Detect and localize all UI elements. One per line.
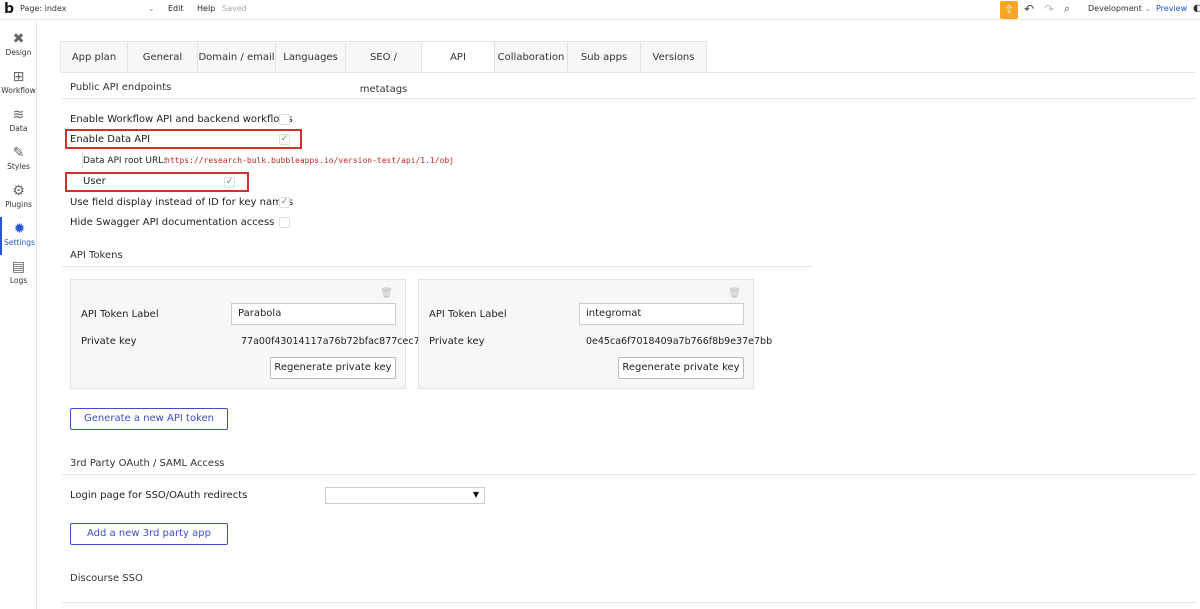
bubble-logo[interactable]: b [4, 2, 14, 16]
section-divider [62, 98, 1196, 99]
top-bar: b Page: index ⌄ Edit Help Saved ⇧ ↶ ↷ ⌕ … [0, 0, 1200, 20]
chevron-down-icon[interactable]: ⌄ [148, 4, 155, 13]
api-token-card: 🗑 API Token Label Parabola Private key 7… [70, 279, 426, 389]
tab-languages[interactable]: Languages [275, 41, 345, 73]
edit-menu[interactable]: Edit [168, 4, 184, 13]
login-page-label: Login page for SSO/OAuth redirects [70, 490, 248, 501]
sidebar-item-label: Styles [7, 162, 30, 171]
section-title-public-api: Public API endpoints [70, 82, 172, 93]
enable-workflow-api-label: Enable Workflow API and backend workflow… [70, 114, 293, 125]
help-circle-icon[interactable]: ◐ [1193, 3, 1200, 14]
tab-app-plan[interactable]: App plan [60, 41, 127, 73]
settings-tabs: App plan General Domain / email Language… [60, 41, 707, 95]
environment-selector[interactable]: Development ⌄ [1088, 4, 1151, 13]
tab-collaboration[interactable]: Collaboration [494, 41, 567, 73]
use-field-display-label: Use field display instead of ID for key … [70, 197, 294, 208]
tabs-divider [60, 72, 1196, 73]
section-title-discourse-sso: Discourse SSO [70, 573, 143, 584]
api-token-label-caption: API Token Label [81, 309, 159, 320]
chevron-down-icon: ⌄ [1144, 4, 1152, 13]
private-key-caption: Private key [429, 336, 485, 347]
checkmark-icon: ✓ [280, 134, 289, 144]
use-field-display-checkbox[interactable]: ✓ [279, 197, 290, 208]
generate-api-token-button[interactable]: Generate a new API token [70, 408, 228, 430]
settings-icon: ✹ [13, 221, 26, 237]
save-status: Saved [222, 4, 247, 13]
upgrade-icon[interactable]: ⇧ [1000, 1, 1018, 19]
sidebar-item-logs[interactable]: ▤ Logs [0, 255, 37, 293]
sidebar-item-label: Workflow [1, 86, 36, 95]
sidebar-item-label: Settings [4, 238, 35, 247]
private-key-value: 77a00f43014117a76b72bfac877cec78 [241, 336, 426, 347]
section-title-oauth: 3rd Party OAuth / SAML Access [70, 458, 225, 469]
regenerate-key-button[interactable]: Regenerate private key [618, 357, 744, 379]
undo-icon[interactable]: ↶ [1024, 2, 1034, 16]
styles-icon: ✎ [12, 145, 25, 161]
regenerate-key-button[interactable]: Regenerate private key [270, 357, 396, 379]
sidebar-item-styles[interactable]: ✎ Styles [0, 141, 37, 179]
preview-link[interactable]: Preview [1156, 4, 1187, 13]
sidebar-item-label: Plugins [5, 200, 32, 209]
sidebar-item-settings[interactable]: ✹ Settings [0, 217, 37, 255]
data-icon: ≋ [12, 107, 25, 123]
data-api-root-label: Data API root URL: [83, 156, 167, 166]
sidebar-item-label: Logs [9, 276, 28, 285]
hide-swagger-checkbox[interactable] [279, 217, 290, 228]
data-api-root-url: https://research-bulk.bubbleapps.io/vers… [165, 156, 454, 165]
enable-data-api-checkbox[interactable]: ✓ [279, 134, 290, 145]
sidebar: ✖ Design ⊞ Workflow ≋ Data ✎ Styles ⚙ Pl… [0, 21, 37, 609]
api-token-card: 🗑 API Token Label integromat Private key… [418, 279, 772, 389]
sidebar-item-data[interactable]: ≋ Data [0, 103, 37, 141]
checkmark-icon: ✓ [280, 197, 289, 207]
tab-seo-metatags[interactable]: SEO / metatags [345, 41, 421, 95]
design-icon: ✖ [12, 31, 25, 47]
section-title-api-tokens: API Tokens [70, 250, 123, 261]
sidebar-item-design[interactable]: ✖ Design [0, 27, 37, 65]
private-key-caption: Private key [81, 336, 137, 347]
section-divider [62, 602, 1196, 603]
plugins-icon: ⚙ [12, 183, 25, 199]
help-menu[interactable]: Help [197, 4, 215, 13]
tab-general[interactable]: General [127, 41, 197, 73]
tab-api[interactable]: API [421, 41, 494, 73]
hide-swagger-label: Hide Swagger API documentation access [70, 217, 275, 228]
user-type-label: User [83, 176, 106, 187]
sidebar-item-label: Design [5, 48, 32, 57]
trash-icon[interactable]: 🗑 [728, 288, 741, 299]
section-divider [62, 266, 812, 267]
tab-sub-apps[interactable]: Sub apps [567, 41, 640, 73]
tab-domain-email[interactable]: Domain / email [197, 41, 275, 73]
sidebar-item-label: Data [9, 124, 28, 133]
workflow-icon: ⊞ [12, 69, 25, 85]
api-token-label-input[interactable]: integromat [579, 303, 744, 325]
environment-label: Development [1088, 4, 1142, 13]
user-type-checkbox[interactable]: ✓ [224, 177, 235, 188]
private-key-value: 0e45ca6f7018409a7b766f8b9e37e7bb [586, 336, 773, 347]
trash-icon[interactable]: 🗑 [380, 288, 393, 299]
search-icon[interactable]: ⌕ [1064, 2, 1070, 16]
sidebar-item-plugins[interactable]: ⚙ Plugins [0, 179, 37, 217]
api-token-label-input[interactable]: Parabola [231, 303, 396, 325]
api-token-label-caption: API Token Label [429, 309, 507, 320]
section-divider [62, 474, 1196, 475]
tab-versions[interactable]: Versions [640, 41, 707, 73]
logs-icon: ▤ [11, 259, 26, 275]
enable-data-api-label: Enable Data API [70, 134, 151, 145]
sidebar-item-workflow[interactable]: ⊞ Workflow [0, 65, 37, 103]
add-3rd-party-app-button[interactable]: Add a new 3rd party app [70, 523, 228, 545]
login-page-select[interactable]: ▼ [325, 487, 485, 504]
redo-icon[interactable]: ↷ [1044, 2, 1054, 16]
page-selector[interactable]: Page: index [20, 4, 67, 13]
caret-down-icon: ▼ [472, 490, 479, 499]
checkmark-icon: ✓ [225, 177, 234, 187]
enable-workflow-api-checkbox[interactable] [279, 114, 290, 125]
